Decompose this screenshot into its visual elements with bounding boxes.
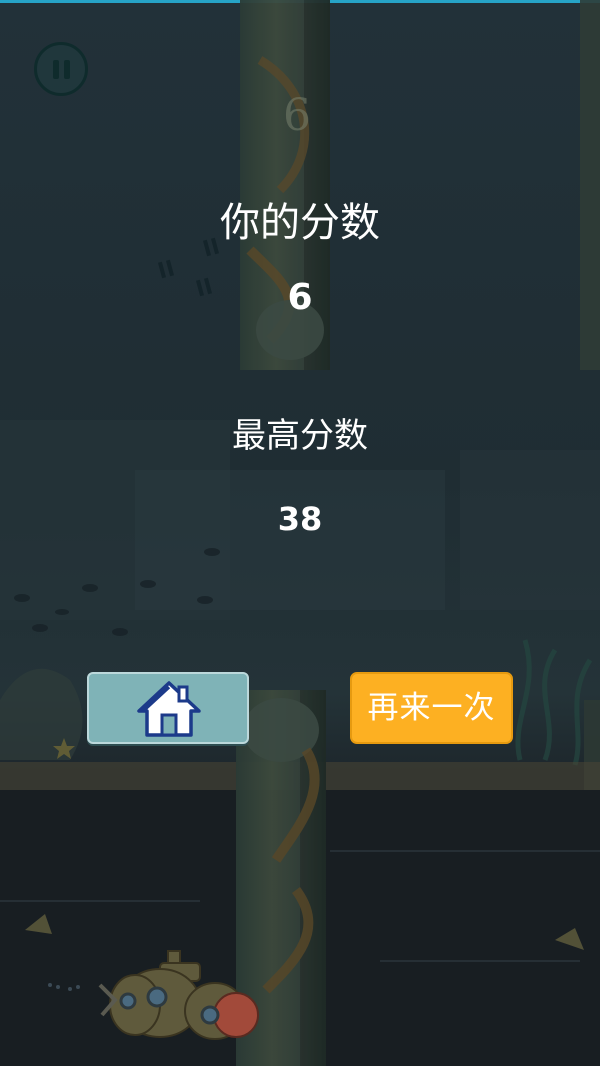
retry-button[interactable]: 再来一次 [350,672,513,744]
pause-icon [53,60,59,79]
best-score-label: 最高分数 [232,416,368,456]
pause-icon-bar [64,60,70,79]
pause-button[interactable] [34,42,88,96]
your-score-value: 6 [287,277,313,318]
seabed-shells [25,914,584,950]
game-stage: 6 你的分数 6 最高分数 38 再来一次 [0,0,600,1066]
home-icon [137,681,201,737]
best-score-value: 38 [277,500,323,538]
home-button[interactable] [87,672,249,744]
your-score-label: 你的分数 [220,200,380,246]
in-game-score: 6 [283,90,311,141]
